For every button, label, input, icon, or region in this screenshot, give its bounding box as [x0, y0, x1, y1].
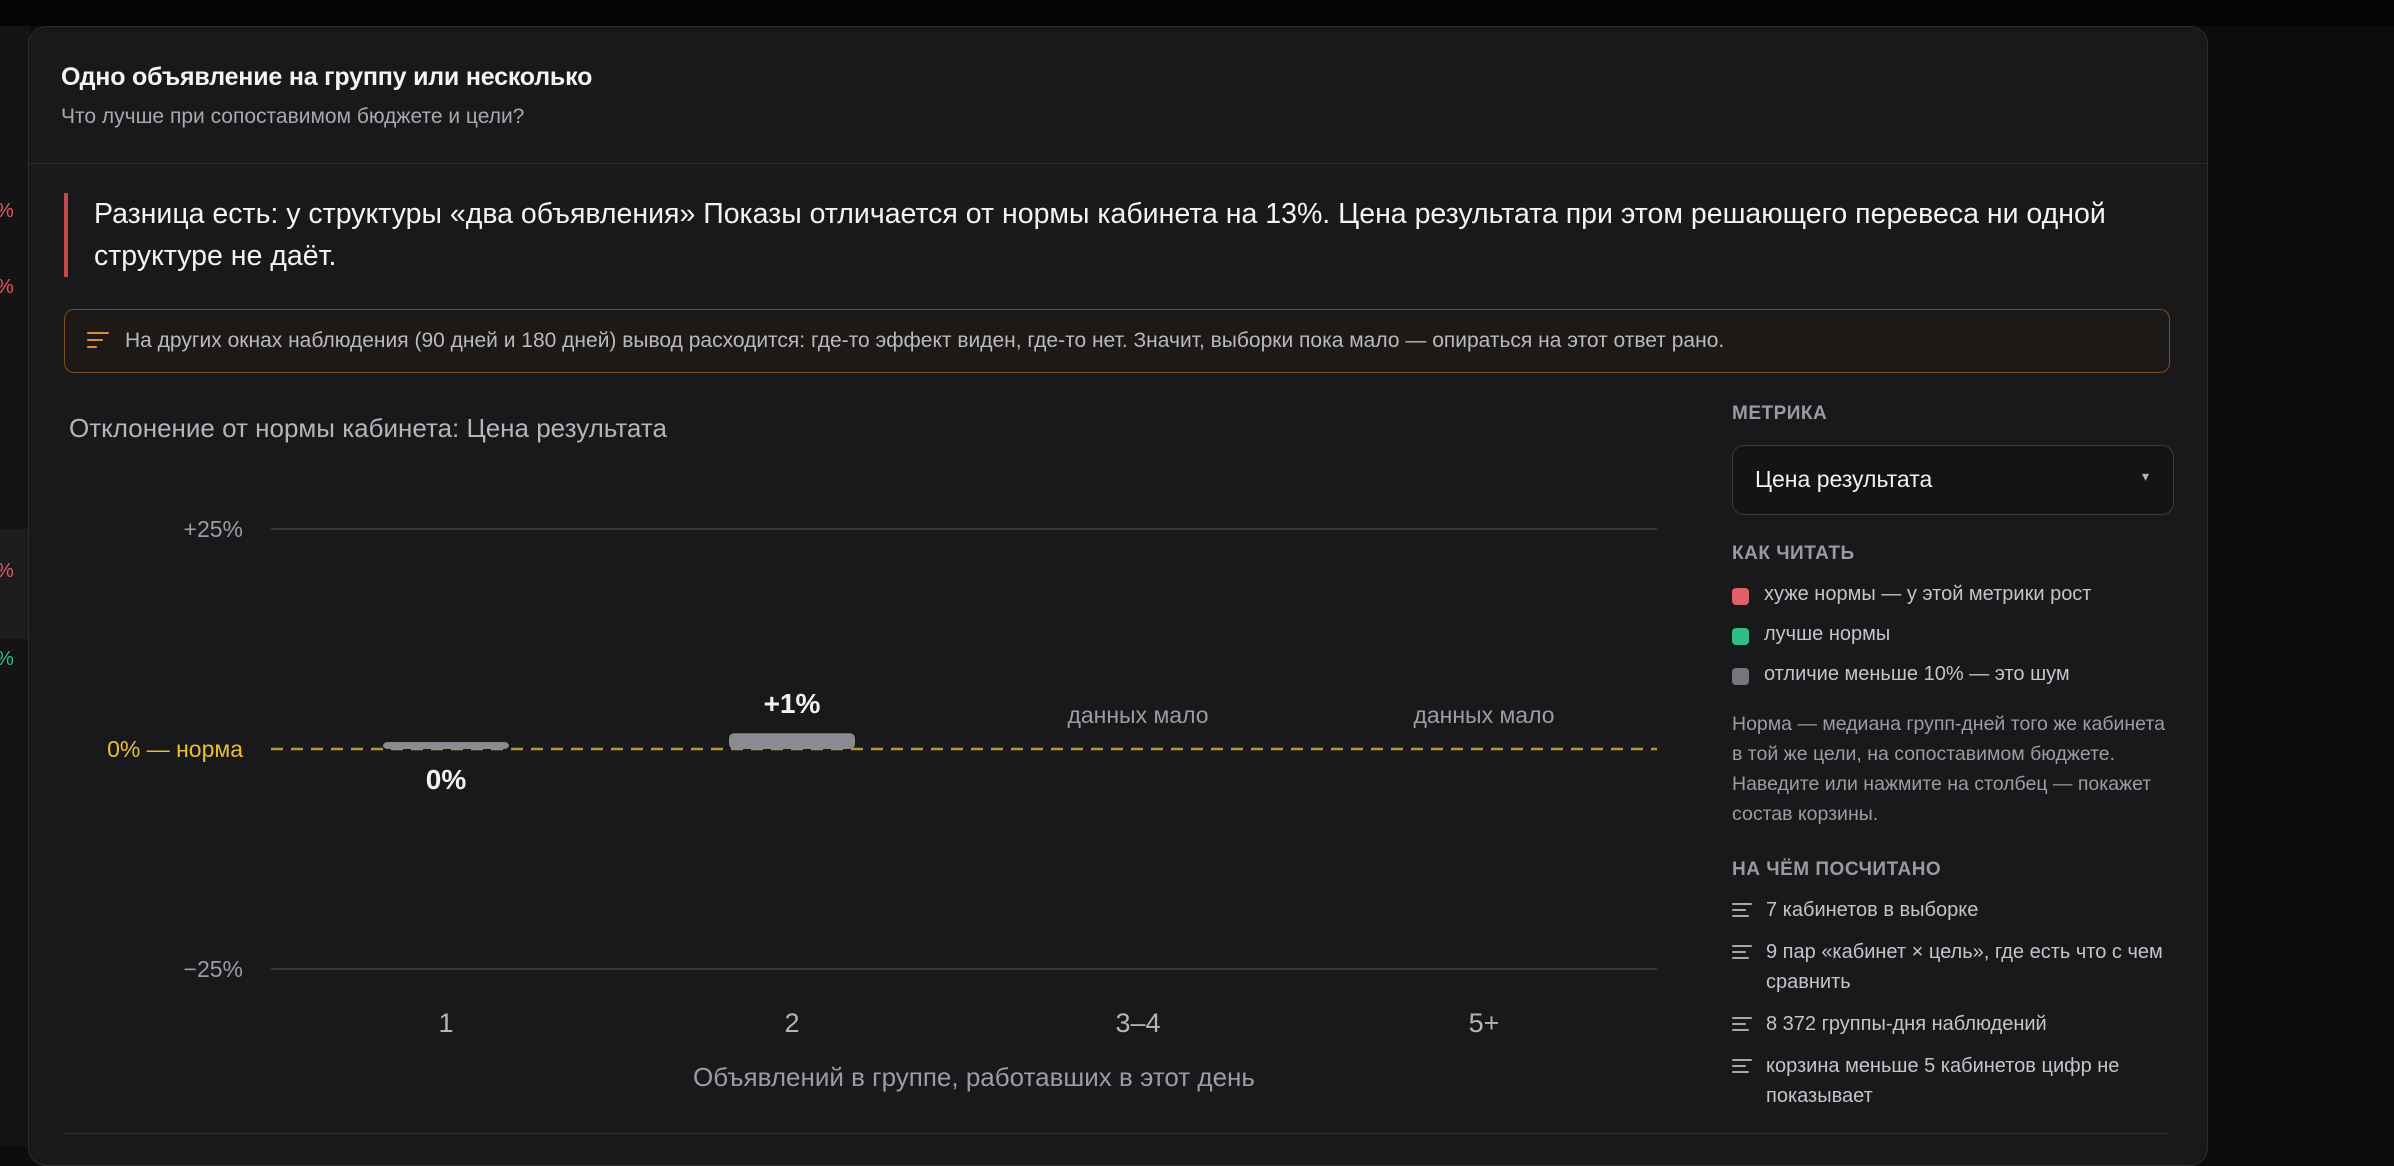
- legend-swatch-red: [1732, 588, 1749, 605]
- x-tick-label: 1: [438, 1008, 453, 1038]
- stat-item: корзина меньше 5 кабинетов цифр не показ…: [1732, 1051, 2178, 1111]
- stat-text: 8 372 группы-дня наблюдений: [1766, 1013, 2047, 1035]
- deviation-chart: +25% −25% 0% — норма 0% 1 +1% 2 данных мало 3–4 д…: [107, 516, 1657, 1092]
- background-panel: % % % %: [0, 26, 30, 1146]
- x-axis-label: Объявлений в группе, работавших в этот д…: [693, 1062, 1255, 1092]
- stat-item: 7 кабинетов в выборке: [1732, 895, 2178, 925]
- norm-explanation: Норма — медиана групп-дней того же кабин…: [1732, 713, 2165, 825]
- stat-text: 9 пар «кабинет × цель», где есть что с ч…: [1766, 941, 2163, 993]
- x-tick-label: 5+: [1469, 1008, 1500, 1038]
- background-right: [2210, 26, 2394, 1146]
- card-subtitle: Что лучше при сопоставимом бюджете и цел…: [61, 105, 525, 128]
- stat-item: 8 372 группы-дня наблюдений: [1732, 1009, 2178, 1039]
- bar-value-label: 0%: [426, 764, 467, 795]
- insufficient-data-label: данных мало: [1067, 702, 1208, 728]
- legend-swatch-green: [1732, 628, 1749, 645]
- chevron-down-icon: ▾: [2141, 468, 2149, 484]
- chart-bar: [383, 742, 509, 749]
- background-percent-mark: %: [0, 560, 14, 583]
- notice-text: На других окнах наблюдения (90 дней и 18…: [125, 329, 1725, 352]
- background-percent-mark: %: [0, 200, 14, 223]
- legend-item-better: лучше нормы: [1732, 619, 2178, 659]
- card-title: Одно объявление на группу или несколько: [61, 63, 593, 91]
- x-tick-label: 3–4: [1115, 1008, 1160, 1038]
- text-lines-icon: [1732, 1017, 1752, 1033]
- background-percent-mark: %: [0, 276, 14, 299]
- text-lines-icon: [1732, 1059, 1752, 1075]
- metric-select[interactable]: Цена результата ▾: [1732, 445, 2174, 515]
- chart-bar: [729, 733, 855, 749]
- sample-warning-notice: На других окнах наблюдения (90 дней и 18…: [64, 309, 2170, 373]
- norm-line-label: 0% — норма: [107, 736, 243, 762]
- metric-select-value: Цена результата: [1755, 466, 1933, 492]
- stat-text: 7 кабинетов в выборке: [1766, 899, 1979, 921]
- bottom-divider: [64, 1133, 2170, 1134]
- x-tick-label: 2: [784, 1008, 799, 1038]
- text-lines-icon: [1732, 903, 1752, 919]
- bar-value-label: +1%: [764, 688, 821, 719]
- background-row-highlight: [0, 529, 30, 639]
- card-header: Одно объявление на группу или несколько …: [29, 27, 2207, 164]
- legend-item-worse: хуже нормы — у этой метрики рост: [1732, 579, 2178, 619]
- legend-item-noise: отличие меньше 10% — это шум: [1732, 659, 2178, 699]
- y-tick-label: +25%: [184, 516, 243, 542]
- background-percent-mark: %: [0, 648, 14, 671]
- stat-item: 9 пар «кабинет × цель», где есть что с ч…: [1732, 937, 2178, 997]
- legend-text: лучше нормы: [1764, 623, 1891, 645]
- verdict-text: Разница есть: у структуры «два объявлени…: [64, 193, 2194, 277]
- sort-lines-icon: [87, 332, 109, 352]
- legend-swatch-gray: [1732, 668, 1749, 685]
- metric-label: МЕТРИКА: [1732, 403, 1828, 424]
- chart-title: Отклонение от нормы кабинета: Цена резул…: [69, 413, 667, 443]
- stat-text: корзина меньше 5 кабинетов цифр не показ…: [1766, 1055, 2120, 1107]
- chart-sidebar: МЕТРИКА Цена результата ▾ КАК ЧИТАТЬ хуж…: [1732, 403, 2178, 1123]
- text-lines-icon: [1732, 945, 1752, 961]
- top-bar: [0, 0, 2394, 26]
- how-to-read-label: КАК ЧИТАТЬ: [1732, 543, 1855, 564]
- structure-comparison-card: Одно объявление на группу или несколько …: [28, 26, 2208, 1166]
- insufficient-data-label: данных мало: [1413, 702, 1554, 728]
- computed-on-label: НА ЧЁМ ПОСЧИТАНО: [1732, 859, 1942, 880]
- y-tick-label: −25%: [184, 956, 243, 982]
- legend-text: хуже нормы — у этой метрики рост: [1764, 583, 2092, 605]
- legend-text: отличие меньше 10% — это шум: [1764, 663, 2070, 685]
